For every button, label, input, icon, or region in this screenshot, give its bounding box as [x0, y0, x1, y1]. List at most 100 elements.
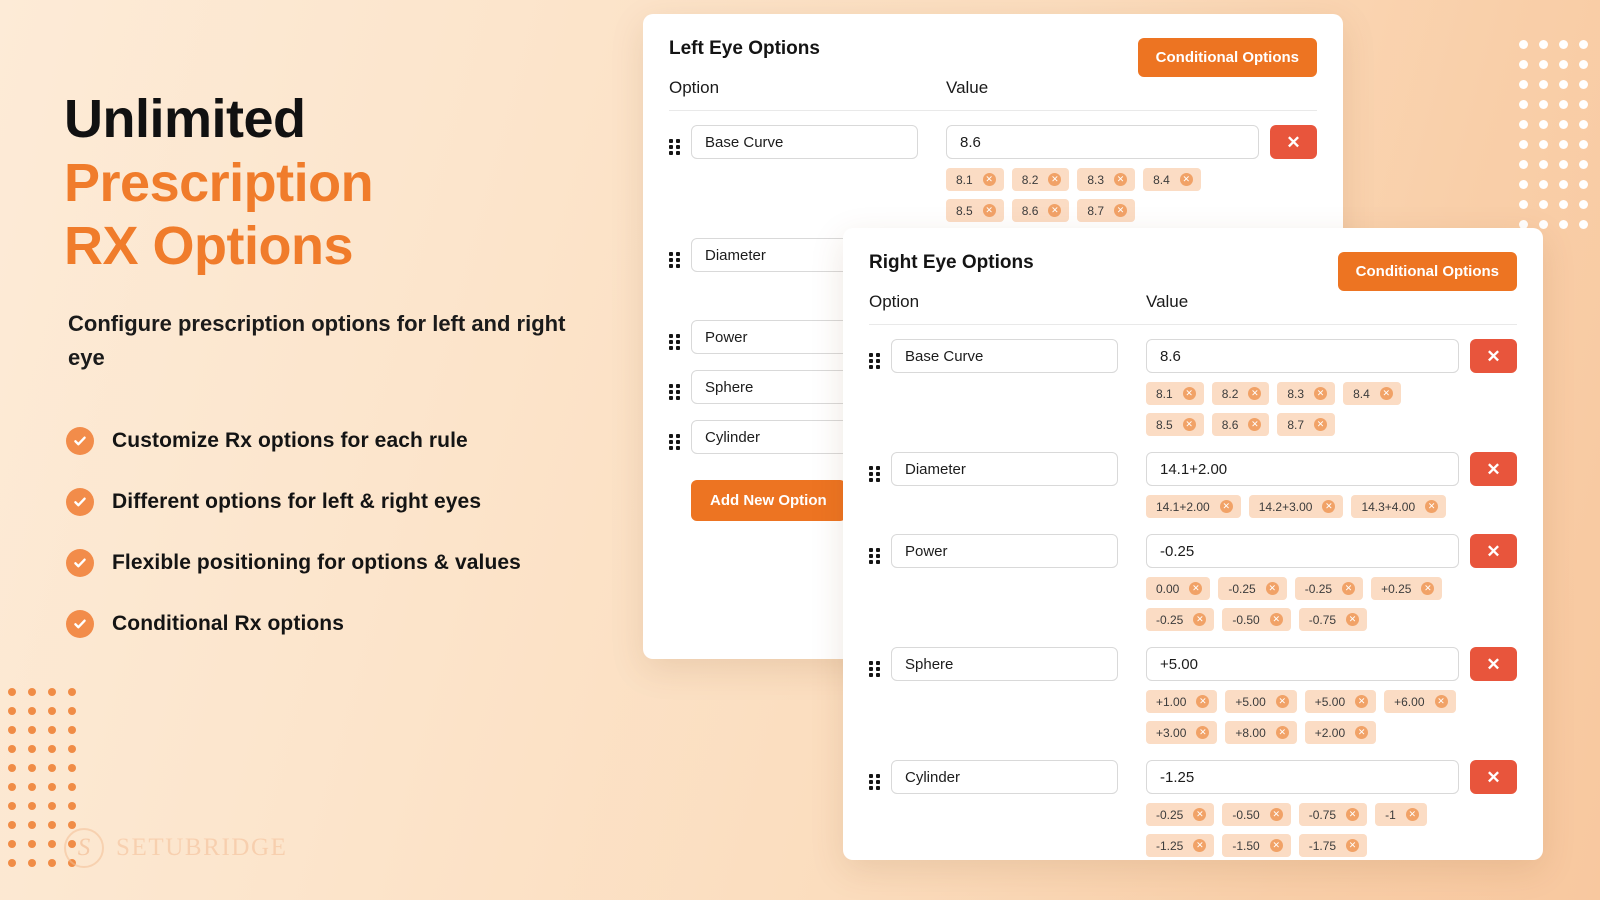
- value-tag[interactable]: -0.25✕: [1295, 577, 1363, 600]
- remove-tag-icon[interactable]: ✕: [1248, 387, 1261, 400]
- option-name-input[interactable]: [691, 125, 918, 159]
- right-conditional-options-button[interactable]: Conditional Options: [1338, 252, 1517, 291]
- remove-tag-icon[interactable]: ✕: [1183, 418, 1196, 431]
- value-tag[interactable]: +0.25✕: [1371, 577, 1442, 600]
- value-tag[interactable]: 8.2✕: [1012, 168, 1070, 191]
- value-tag[interactable]: -1.25✕: [1146, 834, 1214, 857]
- value-tag[interactable]: -0.50✕: [1222, 608, 1290, 631]
- value-tag[interactable]: -1.75✕: [1299, 834, 1367, 857]
- remove-tag-icon[interactable]: ✕: [1114, 173, 1127, 186]
- value-tag[interactable]: +5.00✕: [1225, 690, 1296, 713]
- drag-handle-icon[interactable]: [869, 647, 891, 679]
- value-tag[interactable]: 8.1✕: [946, 168, 1004, 191]
- value-tag[interactable]: 8.6✕: [1212, 413, 1270, 436]
- delete-option-button[interactable]: ✕: [1470, 760, 1517, 794]
- value-tag[interactable]: +3.00✕: [1146, 721, 1217, 744]
- remove-tag-icon[interactable]: ✕: [1193, 808, 1206, 821]
- remove-tag-icon[interactable]: ✕: [1180, 173, 1193, 186]
- drag-handle-icon[interactable]: [869, 452, 891, 484]
- value-tag[interactable]: +8.00✕: [1225, 721, 1296, 744]
- value-tag[interactable]: +2.00✕: [1305, 721, 1376, 744]
- remove-tag-icon[interactable]: ✕: [1421, 582, 1434, 595]
- value-tag[interactable]: 8.6✕: [1012, 199, 1070, 222]
- drag-handle-icon[interactable]: [669, 370, 691, 402]
- value-tag[interactable]: -0.25✕: [1218, 577, 1286, 600]
- remove-tag-icon[interactable]: ✕: [1193, 839, 1206, 852]
- option-value-input[interactable]: [1146, 534, 1459, 568]
- value-tag[interactable]: 8.7✕: [1077, 199, 1135, 222]
- option-value-input[interactable]: [946, 125, 1259, 159]
- value-tag[interactable]: +6.00✕: [1384, 690, 1455, 713]
- drag-handle-icon[interactable]: [869, 760, 891, 792]
- value-tag[interactable]: 8.5✕: [946, 199, 1004, 222]
- option-name-input[interactable]: [891, 339, 1118, 373]
- delete-option-button[interactable]: ✕: [1470, 339, 1517, 373]
- remove-tag-icon[interactable]: ✕: [1189, 582, 1202, 595]
- remove-tag-icon[interactable]: ✕: [1435, 695, 1448, 708]
- value-tag[interactable]: -0.25✕: [1146, 803, 1214, 826]
- remove-tag-icon[interactable]: ✕: [1346, 808, 1359, 821]
- value-tag[interactable]: -0.75✕: [1299, 803, 1367, 826]
- remove-tag-icon[interactable]: ✕: [1355, 695, 1368, 708]
- option-name-input[interactable]: [891, 760, 1118, 794]
- value-tag[interactable]: 14.2+3.00✕: [1249, 495, 1344, 518]
- remove-tag-icon[interactable]: ✕: [1355, 726, 1368, 739]
- remove-tag-icon[interactable]: ✕: [983, 204, 996, 217]
- value-tag[interactable]: 0.00✕: [1146, 577, 1210, 600]
- delete-option-button[interactable]: ✕: [1470, 534, 1517, 568]
- remove-tag-icon[interactable]: ✕: [1266, 582, 1279, 595]
- drag-handle-icon[interactable]: [869, 339, 891, 371]
- remove-tag-icon[interactable]: ✕: [1270, 839, 1283, 852]
- delete-option-button[interactable]: ✕: [1270, 125, 1317, 159]
- value-tag[interactable]: -0.25✕: [1146, 608, 1214, 631]
- remove-tag-icon[interactable]: ✕: [1406, 808, 1419, 821]
- drag-handle-icon[interactable]: [669, 320, 691, 352]
- value-tag[interactable]: 8.5✕: [1146, 413, 1204, 436]
- remove-tag-icon[interactable]: ✕: [1270, 613, 1283, 626]
- remove-tag-icon[interactable]: ✕: [1196, 726, 1209, 739]
- value-tag[interactable]: 8.3✕: [1277, 382, 1335, 405]
- option-value-input[interactable]: [1146, 452, 1459, 486]
- remove-tag-icon[interactable]: ✕: [1196, 695, 1209, 708]
- drag-handle-icon[interactable]: [869, 534, 891, 566]
- option-name-input[interactable]: [891, 452, 1118, 486]
- left-conditional-options-button[interactable]: Conditional Options: [1138, 38, 1317, 77]
- remove-tag-icon[interactable]: ✕: [1193, 613, 1206, 626]
- remove-tag-icon[interactable]: ✕: [1314, 387, 1327, 400]
- value-tag[interactable]: 8.4✕: [1143, 168, 1201, 191]
- left-add-new-option-button[interactable]: Add New Option: [691, 480, 846, 521]
- value-tag[interactable]: 8.3✕: [1077, 168, 1135, 191]
- value-tag[interactable]: -0.75✕: [1299, 608, 1367, 631]
- remove-tag-icon[interactable]: ✕: [1183, 387, 1196, 400]
- value-tag[interactable]: 8.2✕: [1212, 382, 1270, 405]
- remove-tag-icon[interactable]: ✕: [1346, 613, 1359, 626]
- value-tag[interactable]: -0.50✕: [1222, 803, 1290, 826]
- value-tag[interactable]: 8.7✕: [1277, 413, 1335, 436]
- remove-tag-icon[interactable]: ✕: [1346, 839, 1359, 852]
- value-tag[interactable]: +1.00✕: [1146, 690, 1217, 713]
- option-value-input[interactable]: [1146, 339, 1459, 373]
- remove-tag-icon[interactable]: ✕: [1322, 500, 1335, 513]
- remove-tag-icon[interactable]: ✕: [1276, 695, 1289, 708]
- value-tag[interactable]: 14.1+2.00✕: [1146, 495, 1241, 518]
- remove-tag-icon[interactable]: ✕: [1425, 500, 1438, 513]
- delete-option-button[interactable]: ✕: [1470, 647, 1517, 681]
- remove-tag-icon[interactable]: ✕: [1270, 808, 1283, 821]
- remove-tag-icon[interactable]: ✕: [1114, 204, 1127, 217]
- remove-tag-icon[interactable]: ✕: [1248, 418, 1261, 431]
- option-name-input[interactable]: [891, 647, 1118, 681]
- remove-tag-icon[interactable]: ✕: [1342, 582, 1355, 595]
- value-tag[interactable]: -1✕: [1375, 803, 1427, 826]
- value-tag[interactable]: 8.4✕: [1343, 382, 1401, 405]
- remove-tag-icon[interactable]: ✕: [1380, 387, 1393, 400]
- remove-tag-icon[interactable]: ✕: [1314, 418, 1327, 431]
- drag-handle-icon[interactable]: [669, 125, 691, 157]
- remove-tag-icon[interactable]: ✕: [1220, 500, 1233, 513]
- option-name-input[interactable]: [891, 534, 1118, 568]
- option-value-input[interactable]: [1146, 647, 1459, 681]
- value-tag[interactable]: +5.00✕: [1305, 690, 1376, 713]
- option-value-input[interactable]: [1146, 760, 1459, 794]
- remove-tag-icon[interactable]: ✕: [1048, 173, 1061, 186]
- drag-handle-icon[interactable]: [669, 420, 691, 452]
- value-tag[interactable]: 8.1✕: [1146, 382, 1204, 405]
